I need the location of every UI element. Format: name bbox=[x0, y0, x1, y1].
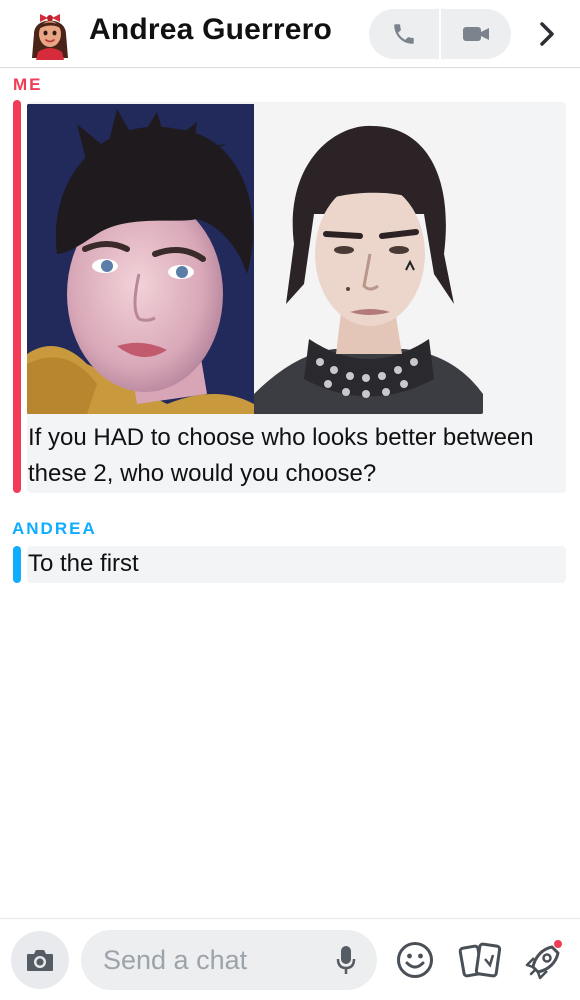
contact-name[interactable]: Andrea Guerrero bbox=[89, 13, 332, 47]
chat-header: Andrea Guerrero bbox=[0, 0, 580, 68]
avatar-icon bbox=[32, 14, 68, 60]
voice-note-button[interactable] bbox=[331, 944, 361, 976]
smiley-icon bbox=[397, 942, 433, 978]
message-me[interactable]: If you HAD to choose who looks better be… bbox=[13, 100, 566, 493]
photo-1[interactable] bbox=[27, 104, 254, 414]
bitmoji-stickers-button[interactable] bbox=[396, 941, 434, 979]
sender-label-andrea: ANDREA bbox=[12, 519, 97, 538]
sender-color-bar bbox=[13, 100, 21, 493]
message-text: To the first bbox=[28, 550, 139, 577]
chat-input[interactable] bbox=[103, 930, 323, 990]
chevron-right-icon bbox=[540, 22, 554, 46]
phone-icon bbox=[394, 24, 414, 44]
call-actions bbox=[369, 9, 511, 59]
portrait-photo-1 bbox=[27, 104, 254, 414]
bitmoji-avatar[interactable] bbox=[24, 8, 76, 60]
rocket-icon bbox=[525, 940, 562, 980]
sender-color-bar bbox=[13, 546, 21, 583]
camera-icon bbox=[27, 950, 53, 971]
voice-call-button[interactable] bbox=[369, 9, 439, 59]
message-text: If you HAD to choose who looks better be… bbox=[28, 424, 534, 487]
minis-button[interactable] bbox=[522, 939, 566, 983]
message-andrea[interactable]: To the first bbox=[13, 546, 566, 583]
chat-input-container bbox=[81, 930, 377, 990]
notification-dot bbox=[554, 940, 562, 948]
composer-bar bbox=[0, 918, 580, 1000]
photo-2[interactable] bbox=[254, 104, 483, 414]
camera-button[interactable] bbox=[11, 931, 69, 989]
microphone-icon bbox=[336, 946, 356, 974]
cards-icon bbox=[458, 942, 502, 978]
video-camera-icon bbox=[463, 27, 489, 41]
open-profile-button[interactable] bbox=[530, 16, 564, 52]
shared-media[interactable] bbox=[27, 104, 483, 414]
portrait-photo-2 bbox=[254, 104, 483, 414]
video-call-button[interactable] bbox=[441, 9, 511, 59]
games-button[interactable] bbox=[458, 941, 502, 981]
sender-label-me: ME bbox=[13, 75, 43, 94]
